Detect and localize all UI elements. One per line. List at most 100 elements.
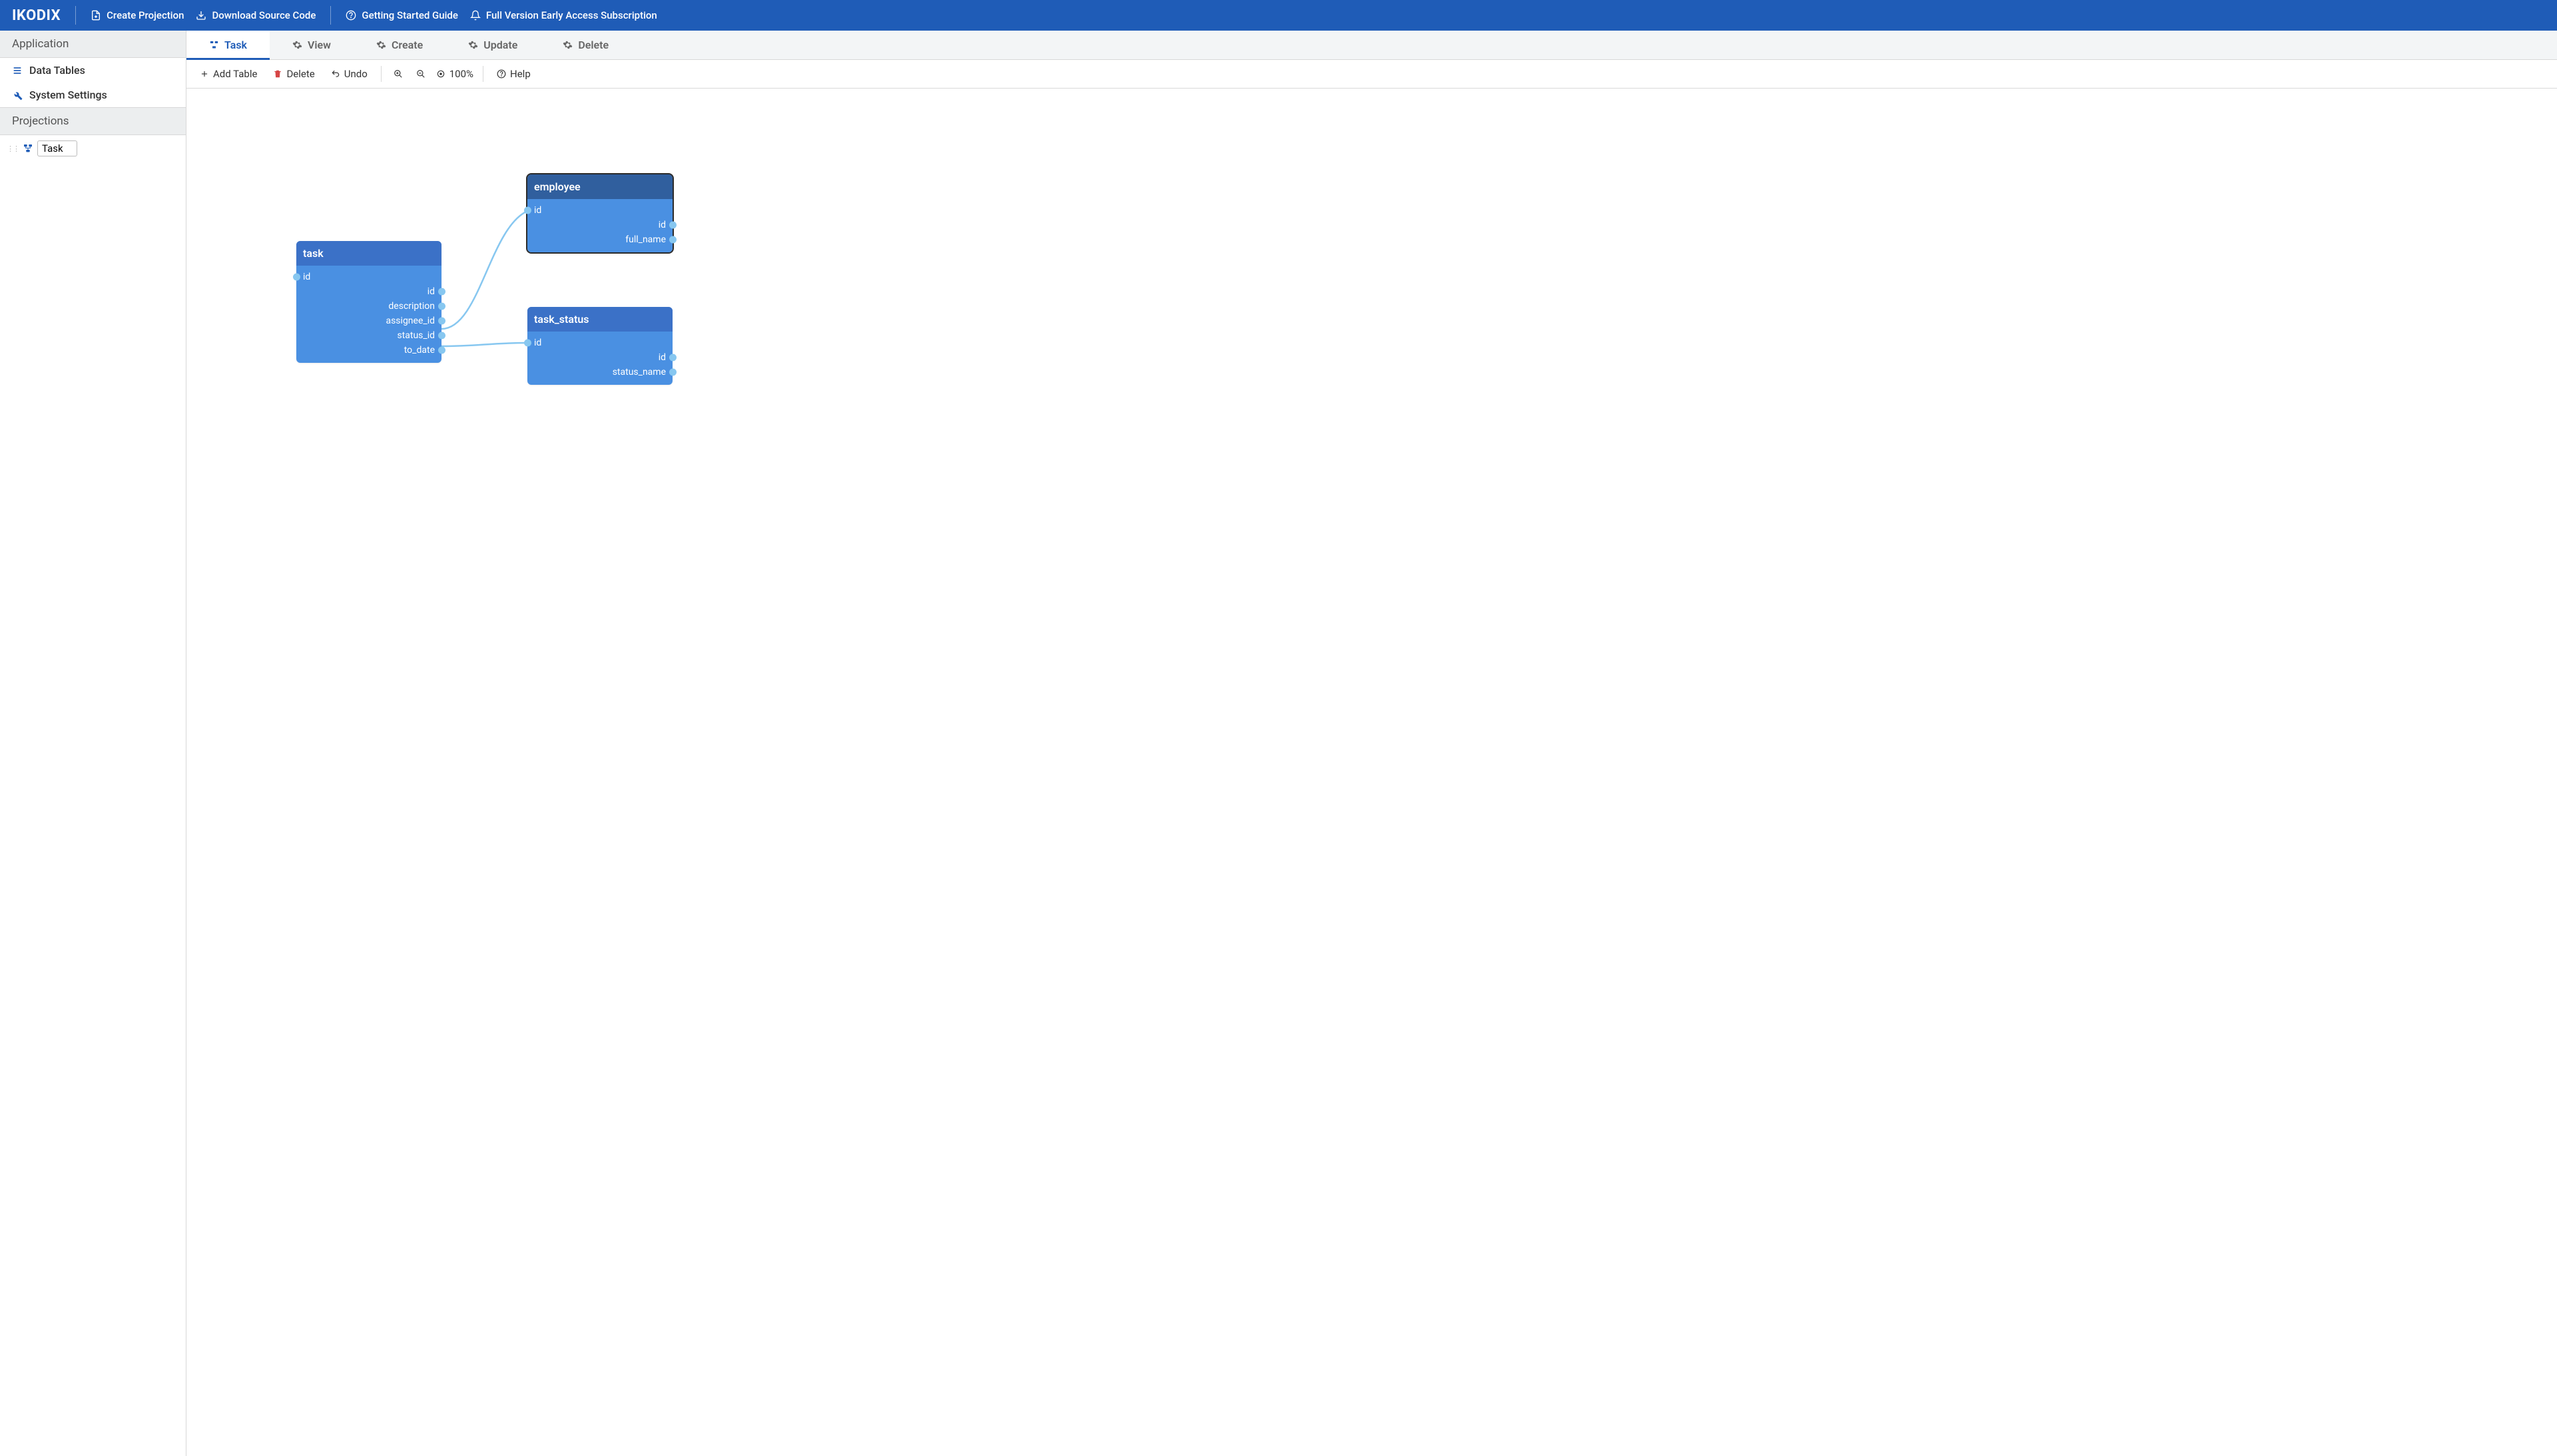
field-label: id (534, 205, 541, 216)
tab-view[interactable]: View (270, 31, 354, 59)
field-label: id (534, 338, 541, 348)
field-label: description (388, 301, 435, 312)
field-to-date[interactable]: to_date (296, 343, 441, 358)
port-icon[interactable] (669, 369, 677, 376)
field-id[interactable]: id (527, 218, 673, 232)
port-icon[interactable] (438, 303, 445, 310)
field-id-left[interactable]: id (296, 270, 441, 284)
label: Getting Started Guide (362, 9, 458, 21)
label: Help (510, 68, 531, 80)
projection-name-input[interactable] (37, 140, 77, 156)
field-full-name[interactable]: full_name (527, 232, 673, 247)
divider (330, 6, 331, 25)
tab-label: View (308, 39, 331, 51)
label: Undo (344, 68, 368, 80)
port-icon[interactable] (438, 318, 445, 325)
gear-icon (563, 40, 573, 50)
zoom-in-button[interactable] (388, 65, 408, 83)
field-status-name[interactable]: status_name (527, 365, 673, 379)
port-icon[interactable] (438, 347, 445, 354)
field-label: status_name (613, 367, 666, 377)
undo-button[interactable]: Undo (324, 64, 374, 84)
tab-label: Update (483, 39, 517, 51)
wrench-icon (12, 90, 23, 101)
node-title[interactable]: task (296, 241, 441, 266)
help-button[interactable]: Help (490, 64, 537, 84)
field-id[interactable]: id (296, 284, 441, 299)
edge-assignee-to-employee (441, 211, 527, 329)
main-area: Application Data Tables System Settings … (0, 31, 2557, 1456)
projection-item-task[interactable]: ⋮⋮ (0, 135, 186, 162)
port-icon[interactable] (669, 354, 677, 362)
label: Full Version Early Access Subscription (486, 9, 657, 21)
file-plus-icon (91, 10, 101, 21)
gear-icon (468, 40, 478, 50)
gear-icon (292, 40, 302, 50)
zoom-out-button[interactable] (411, 65, 431, 83)
diagram-canvas[interactable]: task id id description assi (186, 89, 2557, 1456)
download-source-button[interactable]: Download Source Code (196, 9, 316, 21)
field-label: id (427, 286, 435, 297)
field-id[interactable]: id (527, 350, 673, 365)
trash-icon (273, 69, 282, 79)
node-employee[interactable]: employee id id full_name (527, 174, 673, 252)
tab-create[interactable]: Create (354, 31, 445, 59)
field-label: id (659, 220, 666, 230)
zoom-out-icon (416, 69, 426, 79)
node-body: id id full_name (527, 199, 673, 252)
port-icon[interactable] (438, 288, 445, 296)
label: Create Projection (107, 9, 184, 21)
tab-label: Delete (578, 39, 609, 51)
tab-label: Task (224, 39, 247, 51)
zoom-level: 100% (449, 68, 473, 80)
delete-button[interactable]: Delete (266, 64, 321, 84)
field-assignee-id[interactable]: assignee_id (296, 314, 441, 328)
zoom-reset-button[interactable]: 100% (433, 68, 476, 80)
port-icon[interactable] (438, 332, 445, 340)
download-icon (196, 10, 206, 21)
label: Delete (286, 68, 314, 80)
subscription-button[interactable]: Full Version Early Access Subscription (470, 9, 657, 21)
divider (75, 6, 76, 25)
field-id-left[interactable]: id (527, 336, 673, 350)
sidebar: Application Data Tables System Settings … (0, 31, 186, 1456)
field-status-id[interactable]: status_id (296, 328, 441, 343)
label: Add Table (213, 68, 257, 80)
bell-icon (470, 10, 481, 21)
port-icon[interactable] (669, 236, 677, 244)
undo-icon (331, 69, 340, 79)
node-body: id id description assignee_id (296, 266, 441, 363)
node-task[interactable]: task id id description assi (296, 241, 441, 363)
node-task-status[interactable]: task_status id id status_name (527, 307, 673, 385)
field-label: id (303, 272, 310, 282)
target-icon (436, 69, 445, 79)
port-icon[interactable] (293, 274, 300, 281)
field-label: to_date (404, 345, 435, 356)
field-label: id (659, 352, 666, 363)
getting-started-button[interactable]: Getting Started Guide (346, 9, 458, 21)
create-projection-button[interactable]: Create Projection (91, 9, 184, 21)
brand-logo: IKODIX (12, 7, 61, 24)
node-body: id id status_name (527, 332, 673, 385)
tab-update[interactable]: Update (445, 31, 540, 59)
edge-status-to-task-status (441, 343, 527, 346)
add-table-button[interactable]: Add Table (193, 64, 264, 84)
field-description[interactable]: description (296, 299, 441, 314)
port-icon[interactable] (524, 340, 531, 347)
sidebar-header-application: Application (0, 31, 186, 58)
field-id-left[interactable]: id (527, 203, 673, 218)
tab-task[interactable]: Task (186, 31, 270, 59)
node-title[interactable]: task_status (527, 307, 673, 332)
zoom-in-icon (394, 69, 403, 79)
sidebar-item-system-settings[interactable]: System Settings (0, 83, 186, 107)
drag-handle-icon[interactable]: ⋮⋮ (7, 144, 19, 153)
field-label: assignee_id (386, 316, 435, 326)
tab-delete[interactable]: Delete (540, 31, 631, 59)
port-icon[interactable] (524, 207, 531, 214)
sidebar-item-data-tables[interactable]: Data Tables (0, 58, 186, 83)
field-label: full_name (625, 234, 666, 245)
port-icon[interactable] (669, 222, 677, 229)
help-circle-icon (346, 10, 356, 21)
node-title[interactable]: employee (527, 174, 673, 199)
connector-layer (186, 89, 2557, 1456)
